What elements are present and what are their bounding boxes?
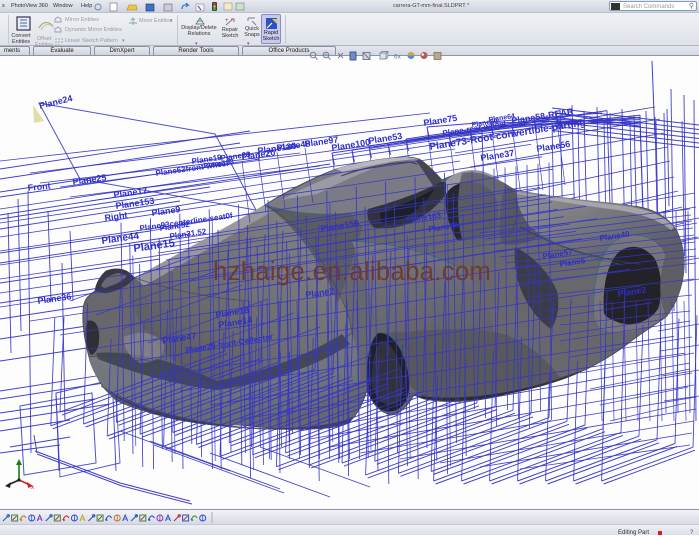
svg-text:hzhaige.en.alibaba.com: hzhaige.en.alibaba.com — [213, 258, 491, 286]
svg-text:Plane56: Plane56 — [536, 139, 571, 154]
svg-text:x: x — [31, 485, 34, 491]
svg-text:Plane9: Plane9 — [151, 204, 181, 218]
svg-text:Plane36: Plane36 — [37, 291, 72, 306]
svg-text:Plane37: Plane37 — [480, 148, 515, 163]
svg-text:+: + — [225, 18, 229, 24]
svg-text:6x: 6x — [394, 54, 402, 61]
svg-text:Front: Front — [27, 181, 51, 193]
svg-text:Right: Right — [104, 210, 128, 223]
